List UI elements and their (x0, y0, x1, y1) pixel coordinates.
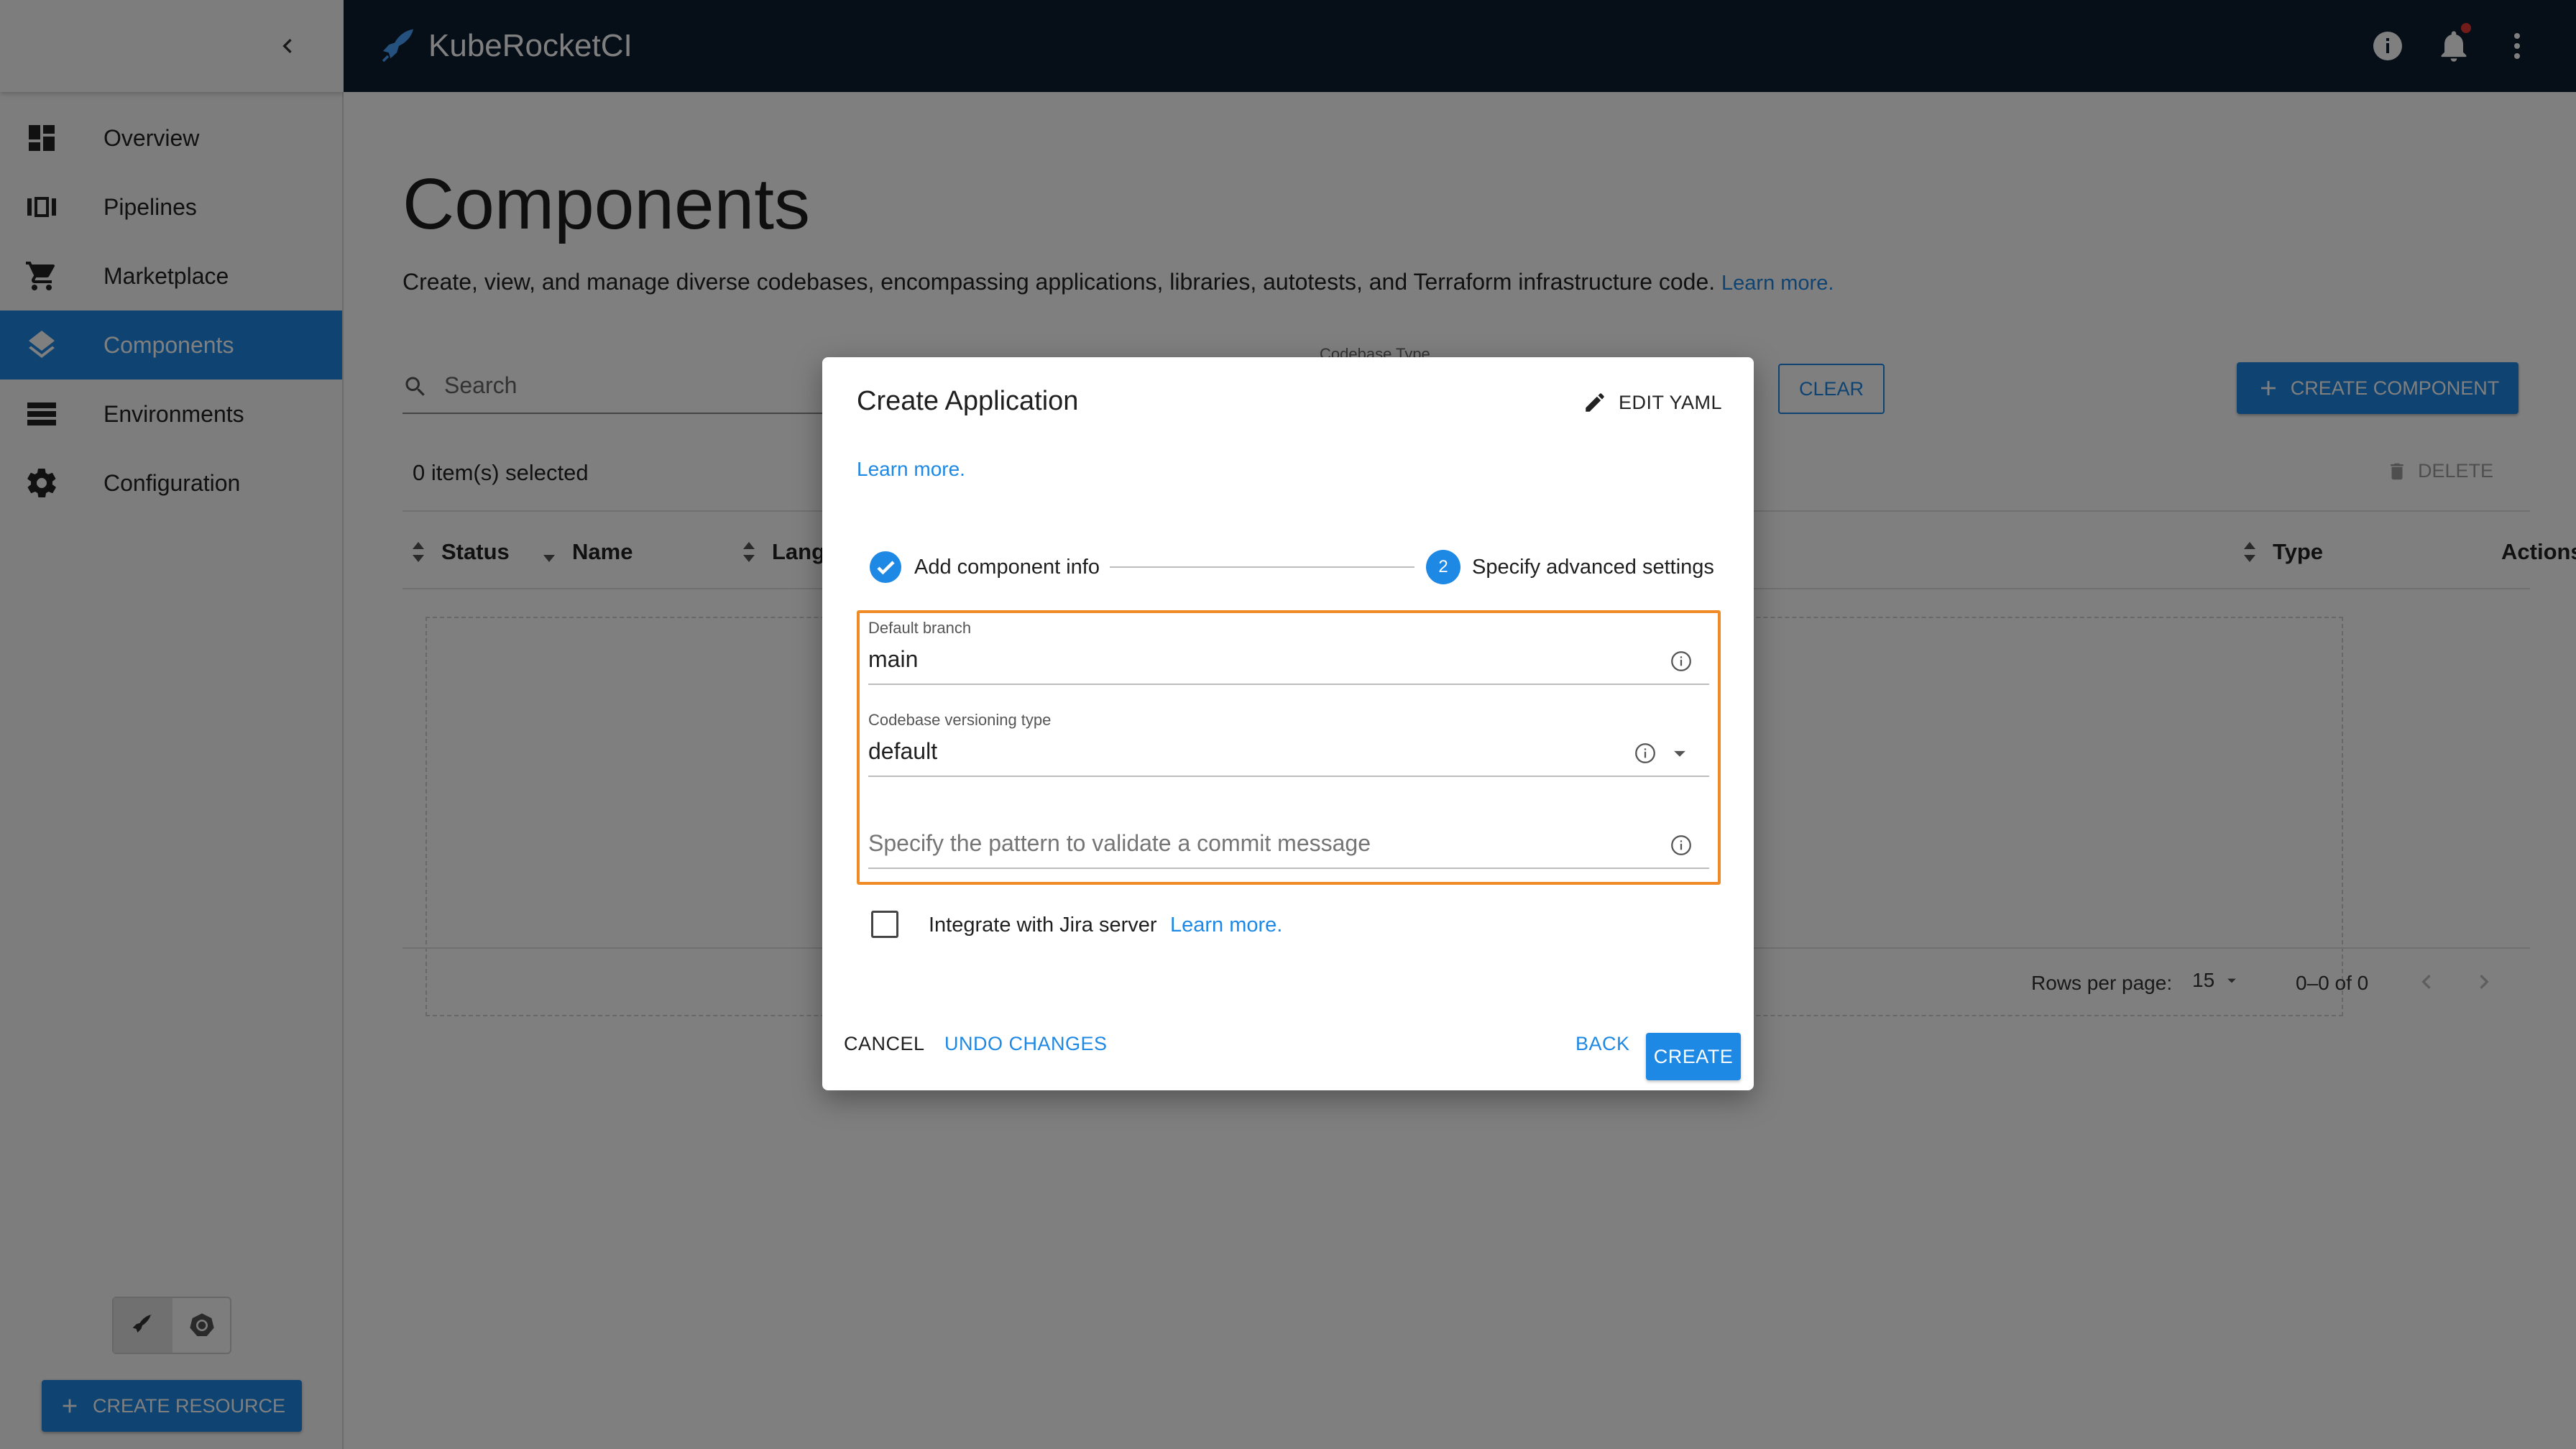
dropdown-arrow-icon[interactable] (1666, 740, 1693, 767)
edit-yaml-label: EDIT YAML (1619, 391, 1723, 413)
commit-message-pattern-placeholder: Specify the pattern to validate a commit… (868, 830, 1371, 856)
jira-learn-more-link[interactable]: Learn more. (1170, 911, 1282, 939)
step-1-label: Add component info (914, 556, 1100, 579)
info-outline-icon[interactable] (1669, 649, 1693, 673)
info-outline-icon[interactable] (1669, 833, 1693, 857)
step-1-check-icon (868, 550, 903, 584)
step-2-number: 2 (1426, 550, 1460, 584)
jira-checkbox[interactable] (871, 911, 898, 938)
field-underline (868, 868, 1709, 869)
stepper-connector (1110, 566, 1414, 568)
info-outline-icon[interactable] (1633, 741, 1657, 765)
create-button[interactable]: CREATE (1646, 1033, 1741, 1080)
undo-changes-button[interactable]: UNDO CHANGES (944, 1033, 1108, 1055)
versioning-type-label: Codebase versioning type (868, 711, 1052, 729)
versioning-type-select[interactable]: Codebase versioning type default (868, 711, 1709, 778)
field-underline (868, 776, 1709, 777)
cancel-button[interactable]: CANCEL (844, 1033, 925, 1055)
create-application-dialog: Create Application EDIT YAML Learn more.… (822, 357, 1754, 1090)
dialog-learn-more-link[interactable]: Learn more. (857, 458, 965, 481)
create-button-label: CREATE (1653, 1045, 1734, 1067)
commit-message-pattern-field[interactable]: Specify the pattern to validate a commit… (868, 803, 1709, 870)
default-branch-label: Default branch (868, 619, 972, 637)
back-button[interactable]: BACK (1576, 1033, 1630, 1055)
versioning-type-value: default (868, 738, 938, 764)
edit-yaml-button[interactable]: EDIT YAML (1583, 390, 1722, 415)
step-2-label: Specify advanced settings (1472, 556, 1714, 579)
default-branch-value: main (868, 646, 919, 672)
field-underline (868, 684, 1709, 685)
default-branch-field[interactable]: Default branch main (868, 619, 1709, 686)
dialog-title: Create Application (857, 386, 1079, 416)
jira-label: Integrate with Jira server (929, 914, 1157, 937)
pencil-icon (1586, 393, 1604, 412)
